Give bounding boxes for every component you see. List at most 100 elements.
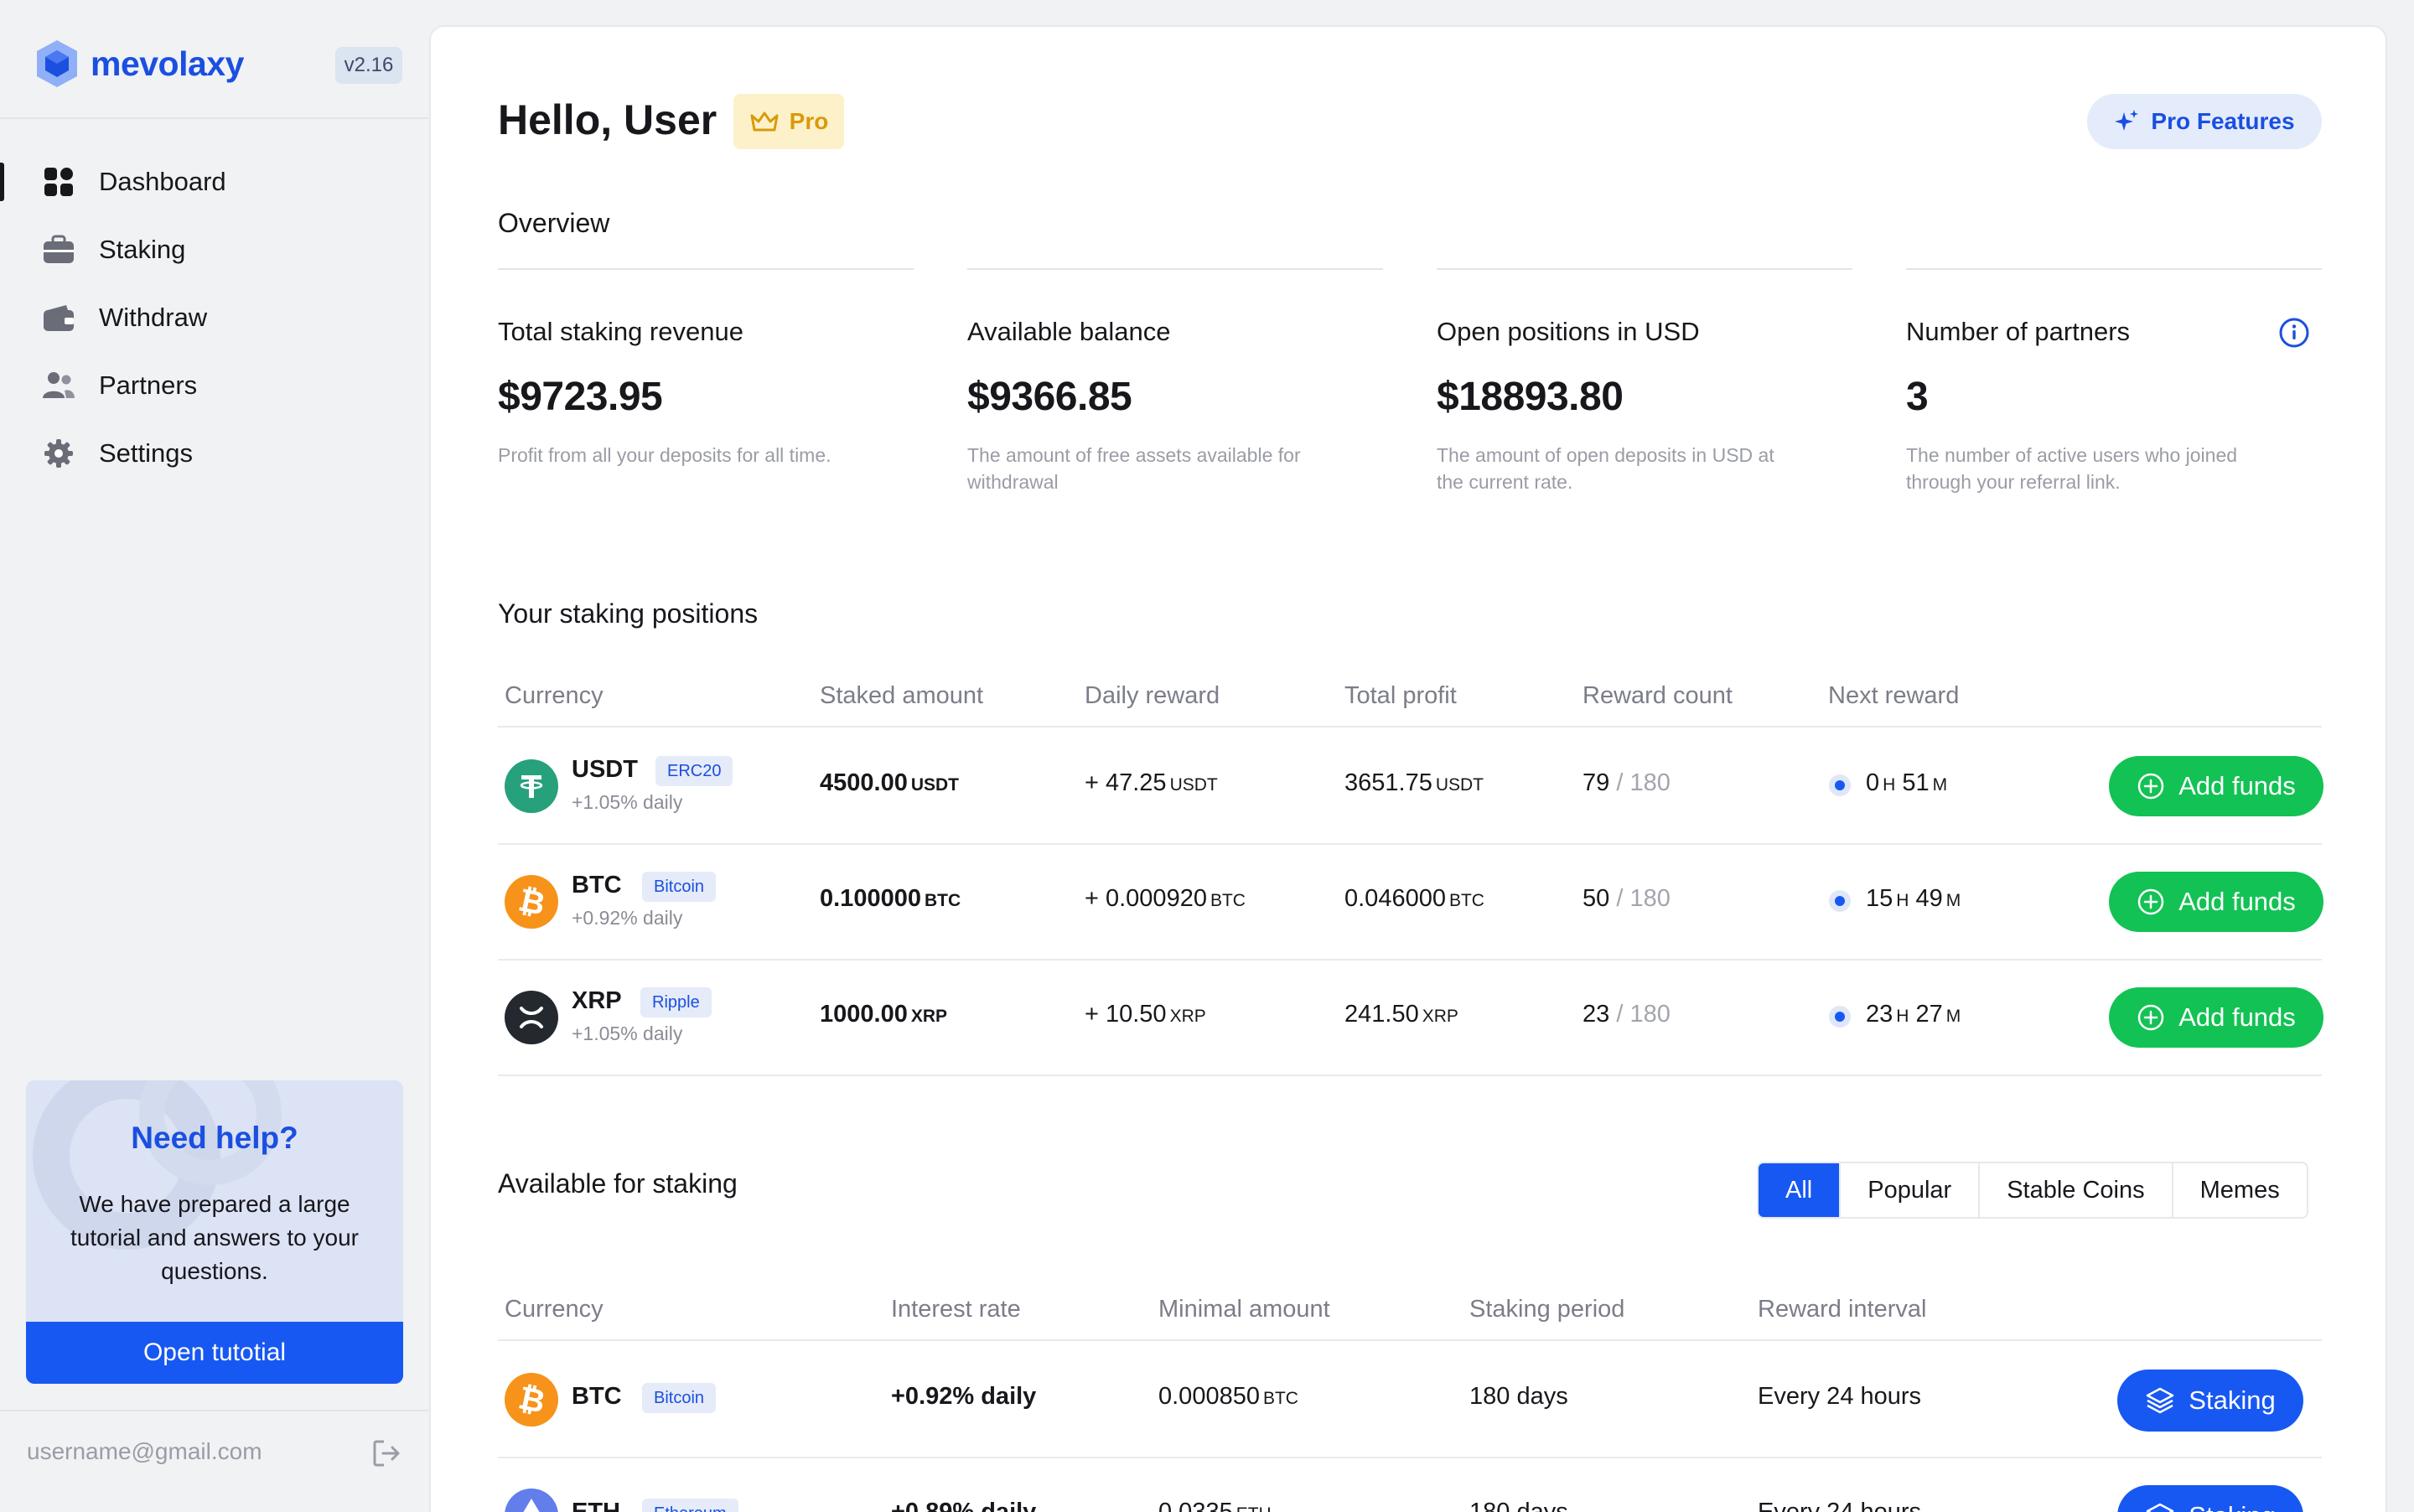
usdt-coin-icon (505, 759, 558, 813)
stat-divider (1437, 268, 1852, 270)
daily-reward: + 10.50 XRP (1085, 1001, 1206, 1028)
add-funds-label: Add funds (2178, 1002, 2296, 1032)
col-currency: Currency (505, 1296, 604, 1323)
table-row: USDT ERC20 +1.05% daily 4500.00 USDT + 47… (498, 729, 2323, 845)
coin-ticker: BTC (572, 1383, 622, 1410)
layers-icon (2147, 1503, 2174, 1512)
stat-divider (1906, 268, 2322, 270)
col-minimal-amount: Minimal amount (1158, 1296, 1330, 1323)
sidebar-item-staking[interactable]: Staking (0, 215, 428, 283)
stat-divider (498, 268, 914, 270)
coin-rate: +0.92% daily (572, 907, 683, 929)
main-panel: Hello, User Pro Pro Features Overview To… (429, 25, 2387, 1512)
filter-memes[interactable]: Memes (2173, 1163, 2307, 1217)
add-funds-button[interactable]: Add funds (2109, 872, 2323, 932)
help-card: Need help? We have prepared a large tuto… (26, 1080, 403, 1384)
grid-icon (42, 165, 75, 199)
staking-button[interactable]: Staking (2117, 1485, 2303, 1512)
add-funds-label: Add funds (2178, 771, 2296, 800)
table-row: ₿ BTC Bitcoin +0.92% daily 0.000850 BTC 1… (498, 1343, 2322, 1458)
plus-circle-icon (2137, 773, 2164, 800)
bitcoin-coin-icon: ₿ (505, 875, 558, 929)
pro-features-button[interactable]: Pro Features (2087, 94, 2322, 149)
greeting: Hello, User (498, 96, 717, 143)
help-text: We have prepared a large tutorial and an… (70, 1191, 359, 1284)
pro-badge-label: Pro (789, 108, 829, 134)
crown-icon (750, 111, 779, 132)
stat-value: $9723.95 (498, 375, 663, 419)
next-reward: 0H 51 M (1866, 769, 1948, 796)
interest-rate: +0.89% daily (891, 1499, 1037, 1512)
status-dot (1829, 890, 1851, 912)
add-funds-label: Add funds (2178, 887, 2296, 916)
col-staking-period: Staking period (1469, 1296, 1625, 1323)
sidebar-item-withdraw[interactable]: Withdraw (0, 283, 428, 351)
filter-popular[interactable]: Popular (1841, 1163, 1981, 1217)
next-reward: 15 H 49 M (1866, 885, 1961, 912)
version-badge: v2.16 (335, 47, 402, 84)
reward-count: 50 / 180 (1583, 885, 1671, 912)
col-reward-interval: Reward interval (1758, 1296, 1927, 1323)
filter-stable-coins[interactable]: Stable Coins (1980, 1163, 2173, 1217)
staking-label: Staking (2189, 1501, 2275, 1512)
staked-amount: 0.100000 BTC (820, 885, 961, 912)
xrp-coin-icon (505, 991, 558, 1044)
open-tutorial-button[interactable]: Open tutotial (26, 1322, 403, 1384)
stat-label: Number of partners (1906, 317, 2131, 346)
category-filter: All Popular Stable Coins Memes (1757, 1162, 2308, 1219)
stat-description: Profit from all your deposits for all ti… (498, 444, 831, 466)
wallet-icon (42, 301, 75, 334)
col-daily-reward: Daily reward (1085, 682, 1220, 709)
pro-features-label: Pro Features (2151, 108, 2295, 134)
stat-value: $18893.80 (1437, 375, 1624, 419)
stat-total-staking-revenue: Total staking revenue $9723.95 Profit fr… (498, 268, 914, 469)
layers-icon (2147, 1387, 2174, 1414)
logout-icon[interactable] (371, 1438, 401, 1468)
plus-circle-icon (2137, 888, 2164, 915)
reward-count: 79 / 180 (1583, 769, 1671, 796)
sidebar-item-label: Withdraw (99, 302, 208, 332)
interest-rate: +0.92% daily (891, 1383, 1037, 1410)
stat-description: The number of active users who joined th… (1906, 444, 2238, 493)
briefcase-icon (42, 233, 75, 267)
col-interest-rate: Interest rate (891, 1296, 1021, 1323)
status-dot (1829, 1006, 1851, 1028)
coin-ticker: ETH (572, 1499, 620, 1512)
add-funds-button[interactable]: Add funds (2109, 756, 2323, 816)
reward-interval: Every 24 hours (1758, 1499, 1922, 1512)
daily-reward: + 0.000920 BTC (1085, 885, 1246, 912)
add-funds-button[interactable]: Add funds (2109, 987, 2323, 1048)
network-tag: ERC20 (655, 756, 733, 786)
staking-button[interactable]: Staking (2117, 1370, 2303, 1432)
next-reward: 23 H 27 M (1866, 1001, 1961, 1028)
positions-title: Your staking positions (498, 598, 759, 629)
coin-ticker: BTC (572, 872, 622, 898)
brand[interactable]: mevolaxy (35, 39, 244, 89)
staking-label: Staking (2189, 1385, 2276, 1415)
coin-ticker: USDT (572, 756, 638, 783)
sidebar: mevolaxy v2.16 Dashboard Staking Withdra… (0, 0, 428, 1512)
filter-all[interactable]: All (1759, 1163, 1842, 1217)
sidebar-item-settings[interactable]: Settings (0, 419, 428, 487)
sidebar-divider (0, 117, 428, 119)
reward-count: 23 / 180 (1583, 1001, 1671, 1028)
network-tag: Ethereum (642, 1499, 738, 1512)
bitcoin-coin-icon: ₿ (505, 1373, 558, 1427)
stat-number-of-partners: Number of partners 3 The number of activ… (1906, 268, 2322, 495)
coin-rate: +1.05% daily (572, 791, 683, 813)
stat-available-balance: Available balance $9366.85 The amount of… (967, 268, 1383, 495)
reward-interval: Every 24 hours (1758, 1383, 1922, 1410)
total-profit: 3651.75 USDT (1344, 769, 1484, 796)
stat-label: Total staking revenue (498, 317, 743, 346)
coin-ticker: XRP (572, 987, 622, 1014)
staked-amount: 4500.00 USDT (820, 769, 959, 796)
sidebar-item-label: Dashboard (99, 166, 226, 196)
sidebar-item-partners[interactable]: Partners (0, 351, 428, 419)
ethereum-coin-icon (505, 1489, 558, 1512)
info-icon[interactable] (2278, 317, 2310, 349)
sidebar-nav: Dashboard Staking Withdraw Partners Sett… (0, 148, 428, 487)
network-tag: Ripple (640, 987, 712, 1017)
sidebar-item-label: Settings (99, 438, 194, 468)
staked-amount: 1000.00 XRP (820, 1001, 948, 1028)
sidebar-item-dashboard[interactable]: Dashboard (0, 148, 428, 215)
